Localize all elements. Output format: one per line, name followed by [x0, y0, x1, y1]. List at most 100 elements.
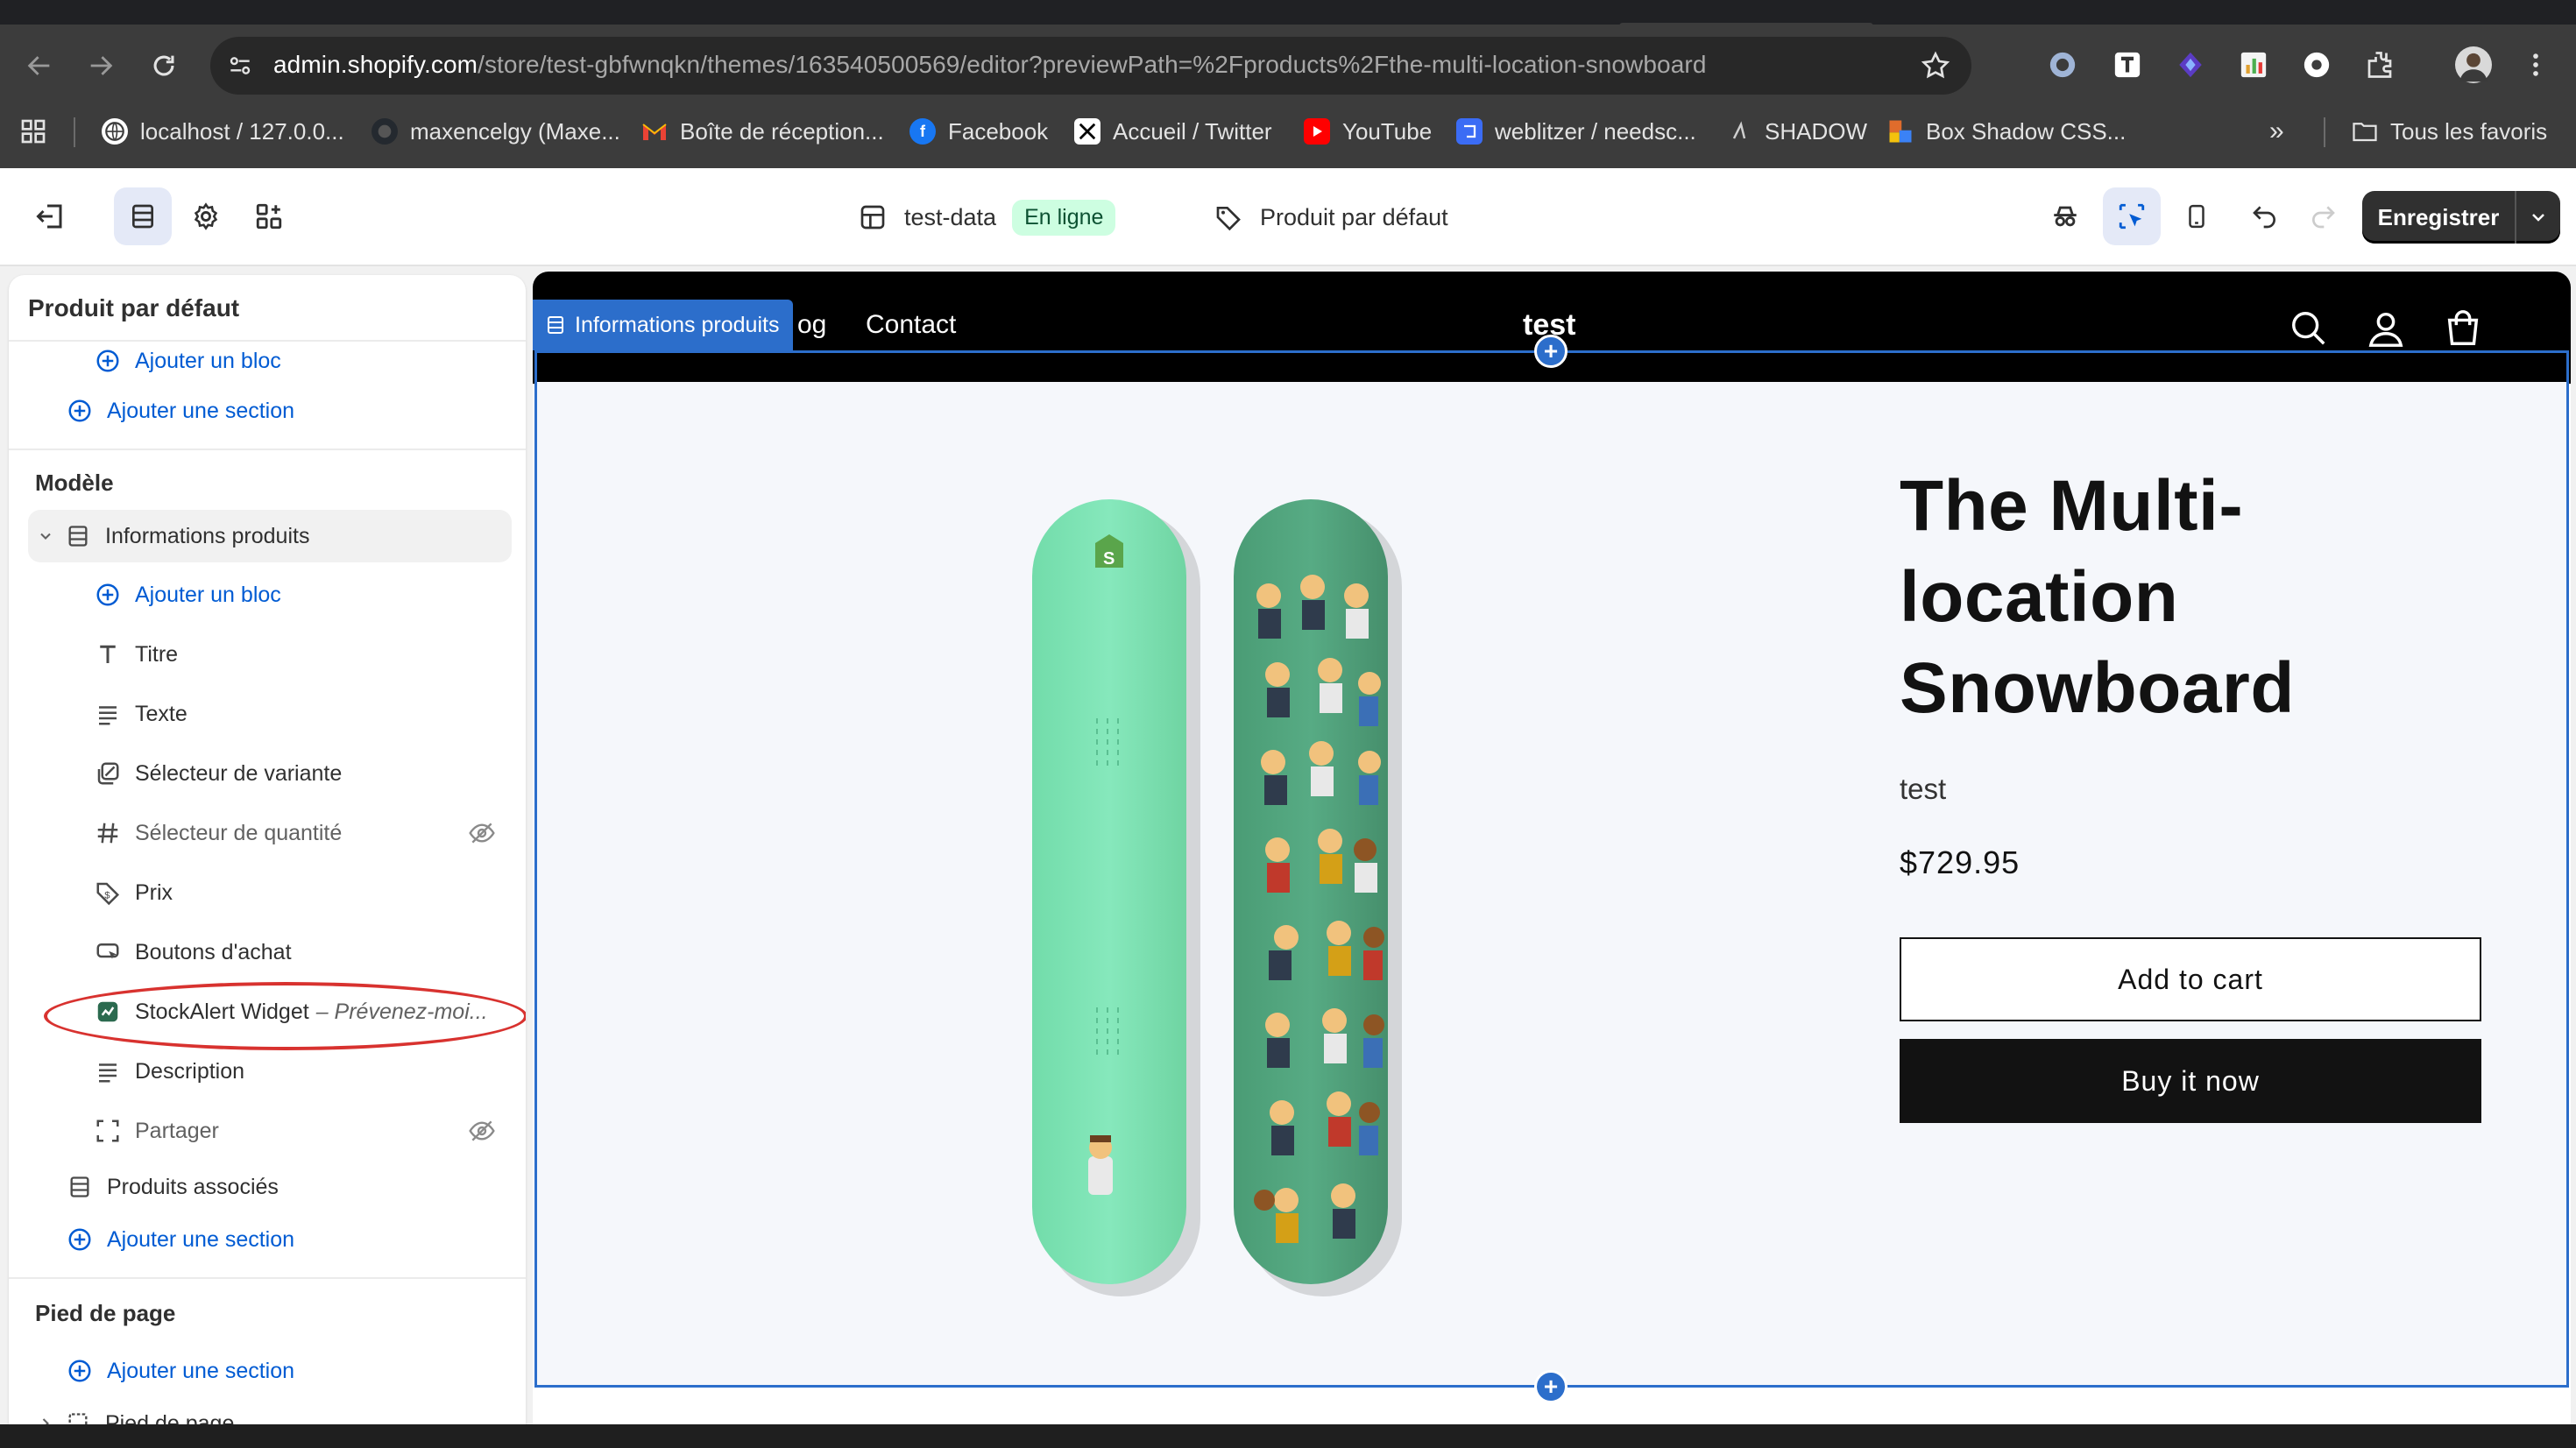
extension-white-circle-icon[interactable] — [2301, 49, 2332, 81]
add-section[interactable]: Ajouter une section — [9, 1212, 526, 1267]
plus-circle-icon — [65, 1225, 95, 1254]
bookmark-label: Accueil / Twitter — [1113, 117, 1272, 145]
bookmark-shadow[interactable]: SHADOW — [1726, 114, 1867, 149]
product-image[interactable]: S — [1023, 499, 1426, 1317]
section-pied-de-page[interactable]: Pied de page — [9, 1396, 526, 1424]
extension-chart-icon[interactable] — [2238, 49, 2269, 81]
search-icon[interactable] — [2289, 308, 2329, 349]
facebook-icon: f — [909, 118, 936, 145]
bookmark-label: Box Shadow CSS... — [1926, 117, 2127, 145]
github-icon — [372, 118, 398, 145]
nav-link-partial[interactable]: og — [797, 310, 826, 340]
add-to-cart-button[interactable]: Add to cart — [1900, 937, 2481, 1021]
add-section-below-button[interactable]: + — [1534, 1370, 1568, 1403]
bookmark-weblitzer[interactable]: weblitzer / needsc... — [1456, 114, 1696, 149]
template-selector[interactable]: Produit par défaut — [1214, 194, 1448, 240]
reload-icon — [153, 55, 174, 76]
plus-circle-icon — [65, 396, 95, 426]
bookmark-label: weblitzer / needsc... — [1495, 117, 1696, 145]
tab-strip — [0, 0, 2576, 26]
exit-editor-button[interactable] — [21, 187, 79, 245]
theme-settings-button[interactable] — [177, 187, 235, 245]
add-block-top[interactable]: Ajouter un bloc — [9, 343, 526, 378]
url-host: admin.shopify.com — [273, 51, 478, 78]
app-embeds-button[interactable] — [240, 187, 298, 245]
buy-buttons-icon — [93, 937, 123, 967]
undo-button[interactable] — [2236, 187, 2294, 245]
bookmark-twitter[interactable]: Accueil / Twitter — [1074, 114, 1272, 149]
add-block[interactable]: Ajouter un bloc — [9, 568, 526, 622]
extensions-puzzle-icon[interactable] — [2364, 49, 2396, 81]
chevron-down-icon[interactable] — [35, 521, 56, 551]
redo-icon — [2312, 206, 2335, 229]
block-label: Texte — [135, 701, 188, 726]
add-section-label: Ajouter une section — [107, 1226, 295, 1252]
extension-t-icon[interactable] — [2112, 49, 2143, 81]
all-bookmarks-button[interactable]: Tous les favoris — [2352, 114, 2547, 149]
undo-icon — [2253, 206, 2275, 229]
extension-purple-icon[interactable] — [2175, 49, 2206, 81]
sidebar-divider — [9, 1277, 526, 1279]
address-bar[interactable]: admin.shopify.com/store/test-gbfwnqkn/th… — [210, 37, 1971, 95]
cart-icon[interactable] — [2443, 308, 2483, 349]
block-titre[interactable]: Titre — [9, 627, 526, 682]
overflow-chevron-icon: » — [2269, 117, 2284, 145]
block-selecteur-quantite[interactable]: Sélecteur de quantité — [9, 806, 526, 860]
bookmark-label: Facebook — [948, 117, 1049, 145]
mobile-preview-button[interactable] — [2168, 187, 2226, 245]
block-label: Sélecteur de variante — [135, 760, 343, 786]
bookmark-box-shadow[interactable]: Box Shadow CSS... — [1887, 114, 2126, 149]
bookmark-separator — [2324, 117, 2325, 147]
cursor-select-icon — [2119, 203, 2145, 230]
save-options-button[interactable] — [2516, 191, 2560, 244]
forward-button[interactable] — [79, 44, 123, 88]
bookmark-youtube[interactable]: YouTube — [1304, 114, 1432, 149]
bookmark-github[interactable]: maxencelgy (Maxe... — [372, 114, 620, 149]
block-partager[interactable]: Partager — [9, 1104, 526, 1158]
select-element-button[interactable] — [2103, 187, 2161, 245]
block-texte[interactable]: Texte — [9, 687, 526, 741]
url-text[interactable]: admin.shopify.com/store/test-gbfwnqkn/th… — [273, 51, 1707, 79]
section-produits-associes[interactable]: Produits associés — [9, 1160, 526, 1214]
sidebar-divider — [9, 449, 526, 450]
add-section-above-button[interactable]: + — [1534, 335, 1568, 368]
bookmark-facebook[interactable]: f Facebook — [909, 114, 1048, 149]
block-selecteur-variante[interactable]: Sélecteur de variante — [9, 746, 526, 801]
section-icon — [65, 1172, 95, 1202]
profile-avatar[interactable] — [2455, 46, 2492, 83]
active-tab[interactable] — [1619, 23, 1873, 26]
add-section-top[interactable]: Ajouter une section — [9, 384, 526, 438]
plus-circle-icon — [65, 1356, 95, 1386]
save-button[interactable]: Enregistrer — [2362, 191, 2516, 244]
block-prix[interactable]: $ Prix — [9, 865, 526, 920]
account-icon[interactable] — [2366, 308, 2406, 349]
extension-blue-circle-icon[interactable] — [2047, 49, 2078, 81]
section-informations-produits[interactable]: Informations produits — [9, 509, 526, 563]
product-price: $729.95 — [1900, 844, 2020, 880]
theme-selector[interactable]: test-data En ligne — [859, 194, 1116, 240]
redo-button[interactable] — [2294, 187, 2352, 245]
site-settings-icon[interactable] — [226, 52, 254, 80]
add-section-label: Ajouter une section — [107, 1358, 295, 1383]
chevron-down-icon — [2532, 214, 2544, 222]
apps-grid-icon[interactable] — [19, 114, 47, 149]
chevron-right-icon[interactable] — [35, 1409, 56, 1424]
block-boutons-achat[interactable]: Boutons d'achat — [9, 925, 526, 979]
browser-menu-icon[interactable] — [2520, 49, 2551, 81]
inspector-button[interactable] — [2036, 187, 2094, 245]
nav-link-contact[interactable]: Contact — [866, 310, 956, 340]
back-button[interactable] — [18, 44, 61, 88]
add-block-label: Ajouter un bloc — [135, 582, 281, 607]
footer-add-section[interactable]: Ajouter une section — [9, 1344, 526, 1398]
eye-hidden-icon[interactable] — [468, 1117, 496, 1145]
reload-button[interactable] — [142, 44, 186, 88]
bookmarks-overflow-button[interactable]: » — [2269, 114, 2284, 149]
bookmark-gmail[interactable]: Boîte de réception... — [641, 114, 884, 149]
sections-tab-button[interactable] — [114, 187, 172, 245]
section-tag[interactable]: Informations produits — [533, 300, 794, 350]
block-description[interactable]: Description — [9, 1044, 526, 1098]
bookmark-star-icon[interactable] — [1919, 49, 1952, 82]
bookmark-localhost[interactable]: localhost / 127.0.0... — [102, 114, 344, 149]
eye-hidden-icon[interactable] — [468, 819, 496, 847]
buy-now-button[interactable]: Buy it now — [1900, 1039, 2481, 1123]
